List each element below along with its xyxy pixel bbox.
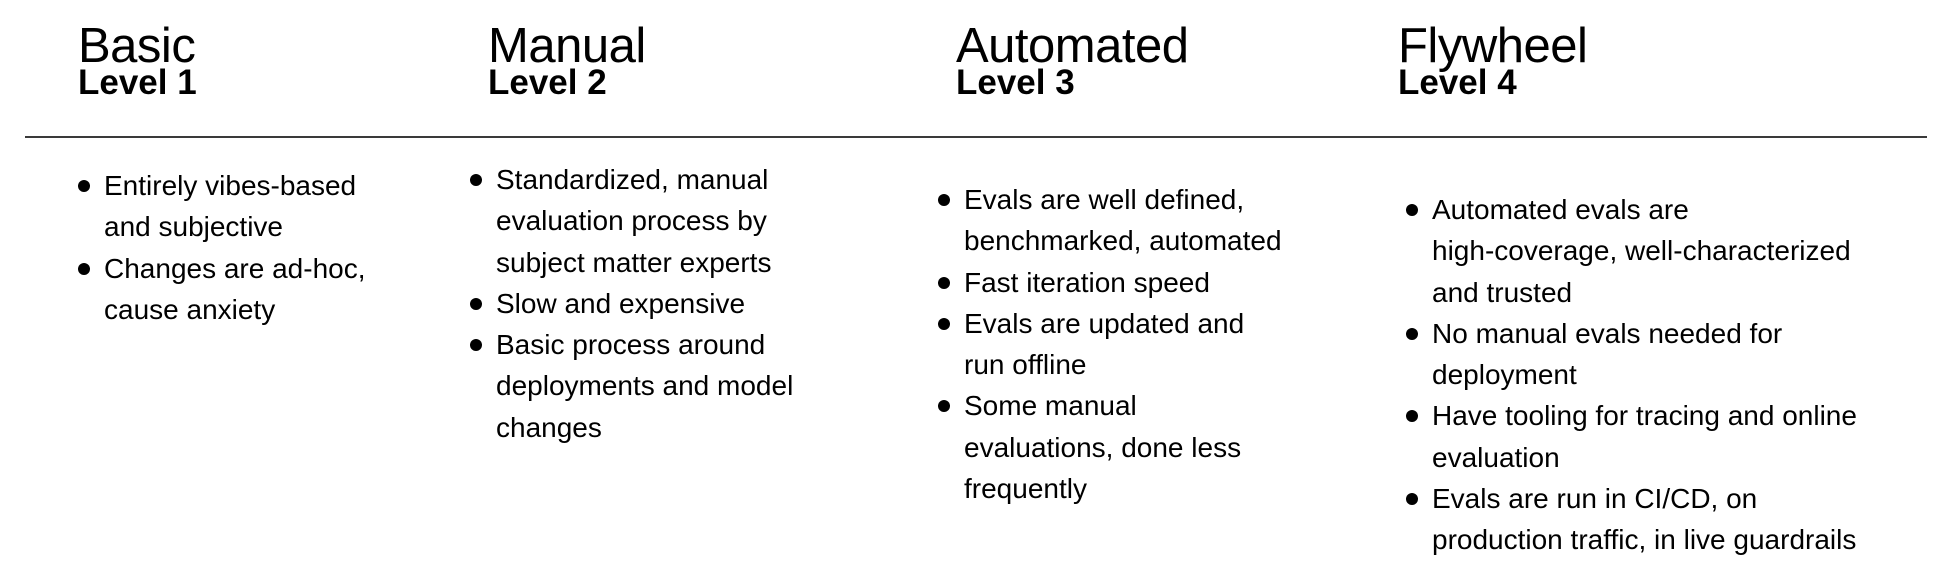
list-item: Basic process around deployments and mod…	[470, 324, 793, 448]
list-item: No manual evals needed for deployment	[1406, 313, 1857, 396]
list-item: Fast iteration speed	[938, 262, 1282, 303]
list-item: Have tooling for tracing and online eval…	[1406, 395, 1857, 478]
level-4-bullet-list: Automated evals are high-coverage, well-…	[1406, 189, 1857, 561]
list-item: Evals are run in CI/CD, on production tr…	[1406, 478, 1857, 561]
list-item: Evals are updated and run offline	[938, 303, 1282, 386]
list-item: Changes are ad-hoc, cause anxiety	[78, 248, 366, 331]
list-item: Automated evals are high-coverage, well-…	[1406, 189, 1857, 313]
list-item: Standardized, manual evaluation process …	[470, 159, 793, 283]
level-1-header: Basic Level 1	[78, 22, 197, 102]
level-1-label: Level 1	[78, 63, 197, 102]
level-3-bullet-list: Evals are well defined, benchmarked, aut…	[938, 179, 1282, 509]
level-1-bullet-list: Entirely vibes-based and subjective Chan…	[78, 165, 366, 330]
list-item: Entirely vibes-based and subjective	[78, 165, 366, 248]
list-item: Some manual evaluations, done less frequ…	[938, 385, 1282, 509]
level-4-header: Flywheel Level 4	[1398, 22, 1588, 101]
level-3-header: Automated Level 3	[956, 22, 1189, 101]
level-2-bullet-list: Standardized, manual evaluation process …	[470, 159, 793, 448]
header-divider	[25, 136, 1927, 138]
list-item: Slow and expensive	[470, 283, 793, 324]
level-2-header: Manual Level 2	[488, 22, 646, 101]
list-item: Evals are well defined, benchmarked, aut…	[938, 179, 1282, 262]
